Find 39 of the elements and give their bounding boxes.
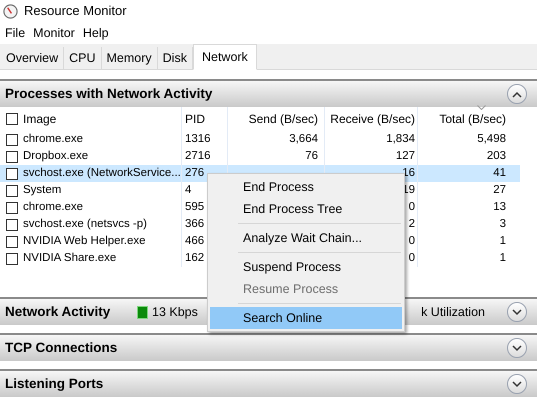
table-cell-text: 27 [493,182,506,198]
section-title: Listening Ports [5,374,104,393]
window-title: Resource Monitor [24,2,127,20]
table-cell-text: chrome.exe [23,132,84,147]
table-cell-text: System [23,182,62,198]
table-cell-text: 3,664 [289,132,318,147]
table-cell-text: 2 [408,216,415,232]
table-cell-text: svchost.exe (NetworkService... [23,166,181,181]
table-cell-text: 4 [185,182,192,198]
table-cell-text: 5,498 [477,132,506,147]
table-cell-text: 1 [500,234,506,249]
section-title: Processes with Network Activity [5,84,212,103]
section-title: Network Activity [5,302,110,321]
table-cell-text: 13 [493,200,506,215]
table-cell-text: NVIDIA Share.exe [23,250,116,266]
table-cell-text: svchost.exe (netsvcs -p) [23,216,147,232]
activity-summary: 13 Kbps [152,304,198,321]
table-cell-text: 1316 [185,132,211,147]
table-cell-text: 3 [500,216,506,232]
table-cell-text: 1,834 [386,132,415,147]
table-cell-text: chrome.exe [23,200,84,215]
activity-summary: k Utilization [421,304,485,321]
section-title: TCP Connections [5,338,118,357]
table-cell-text: 2716 [185,148,211,164]
table-cell-text: 366 [185,216,204,232]
table-cell-text: NVIDIA Web Helper.exe [23,234,146,249]
table-cell-text: Dropbox.exe [23,148,88,164]
table-cell-text: 0 [408,200,415,215]
table-cell-text: 1 [500,250,506,266]
table-cell-text: 595 [185,200,204,215]
table-cell-text: 127 [396,148,415,164]
table-cell-text: 466 [185,234,204,249]
table-cell-text: 41 [493,166,506,181]
table-cell-text: 203 [486,148,506,164]
table-cell-text: 0 [408,250,415,266]
table-cell-text: 276 [185,166,204,181]
table-cell-text: 76 [305,148,318,164]
table-cell-text: 0 [408,234,415,249]
table-cell-text: 162 [185,250,204,266]
